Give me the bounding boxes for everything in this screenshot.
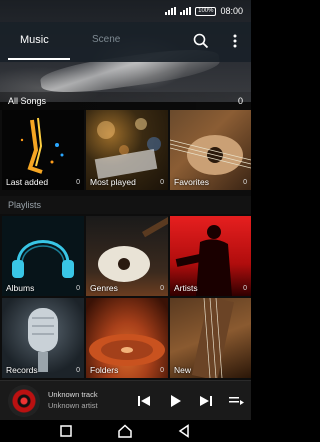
home-icon[interactable] — [117, 423, 133, 439]
back-icon[interactable] — [176, 423, 192, 439]
tile-count: 0 — [243, 179, 247, 186]
status-bar: 100% 08:00 — [0, 0, 251, 22]
tile-count: 0 — [160, 285, 164, 292]
playlists-header: Playlists — [0, 196, 251, 214]
app-header: Music Scene — [0, 22, 251, 62]
next-icon[interactable] — [196, 391, 216, 411]
tile-records[interactable]: Records 0 — [2, 298, 84, 378]
tile-last-added[interactable]: Last added 0 — [2, 110, 84, 190]
tile-folders[interactable]: Folders 0 — [86, 298, 168, 378]
wifi-signal-icon — [165, 7, 177, 15]
battery-icon: 100% — [195, 6, 217, 16]
track-title: Unknown track — [48, 390, 98, 399]
tile-count: 0 — [76, 179, 80, 186]
tile-label: Folders — [90, 365, 119, 375]
active-tab-indicator — [8, 58, 70, 60]
tile-count: 0 — [76, 367, 80, 374]
tile-label: Most played — [90, 177, 136, 187]
all-songs-header[interactable]: All Songs 0 — [0, 92, 251, 110]
tile-most-played[interactable]: Most played 0 — [86, 110, 168, 190]
tile-count: 0 — [160, 179, 164, 186]
previous-icon[interactable] — [134, 391, 154, 411]
tab-scene[interactable]: Scene — [92, 34, 120, 45]
system-nav-bar — [0, 420, 251, 442]
tile-genres[interactable]: Genres 0 — [86, 216, 168, 296]
tile-count: 0 — [243, 285, 247, 292]
tile-favorites[interactable]: Favorites 0 — [170, 110, 251, 190]
music-app-screen: 100% 08:00 Music Scene All Songs 0 Last … — [0, 0, 251, 442]
tile-label: Albums — [6, 283, 35, 293]
tile-label: Last added — [6, 177, 49, 187]
tile-count: 0 — [160, 367, 164, 374]
tile-label: Genres — [90, 283, 118, 293]
recent-apps-icon[interactable] — [58, 423, 74, 439]
tile-label: Artists — [174, 283, 198, 293]
now-playing-bar[interactable]: Unknown track Unknown artist — [0, 380, 251, 420]
album-art[interactable] — [8, 385, 40, 417]
play-icon[interactable] — [165, 391, 185, 411]
queue-icon[interactable] — [226, 391, 246, 411]
tab-music[interactable]: Music — [20, 34, 49, 46]
tile-label: Records — [6, 365, 38, 375]
tile-count: 0 — [76, 285, 80, 292]
all-songs-title: All Songs — [8, 96, 47, 106]
tile-artists[interactable]: Artists 0 — [170, 216, 251, 296]
tile-label: Favorites — [174, 177, 209, 187]
tile-label: New — [174, 365, 192, 375]
search-icon[interactable] — [192, 32, 210, 50]
status-time: 08:00 — [220, 6, 243, 16]
tile-new[interactable]: New — [170, 298, 251, 378]
track-artist: Unknown artist — [48, 401, 98, 410]
all-songs-count: 0 — [237, 96, 243, 106]
tile-albums[interactable]: Albums 0 — [2, 216, 84, 296]
cell-signal-icon — [180, 7, 192, 15]
playlists-title: Playlists — [8, 200, 42, 210]
more-vert-icon[interactable] — [226, 32, 244, 50]
